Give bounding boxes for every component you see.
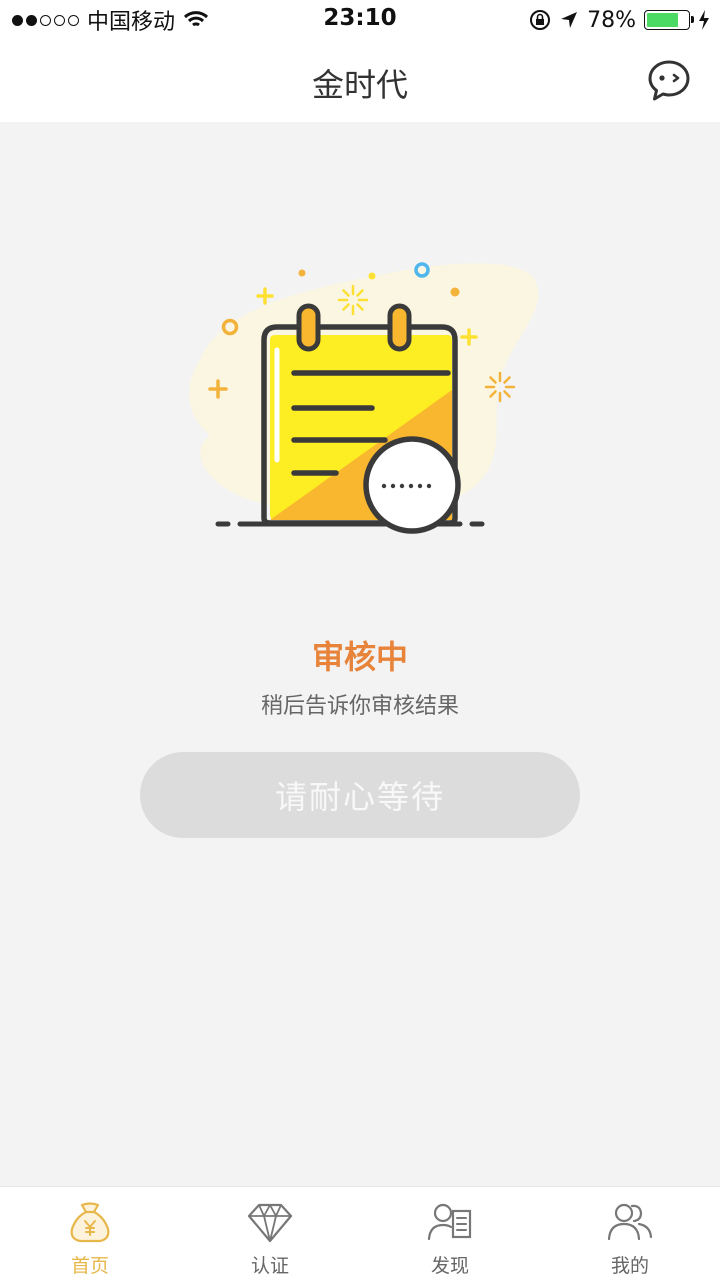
location-icon: [561, 12, 578, 28]
charging-icon: [699, 10, 709, 30]
tab-home-label: 首页: [70, 1255, 109, 1277]
chat-icon[interactable]: [646, 58, 692, 104]
status-bar: 中国移动 23:10 78%: [0, 0, 720, 40]
diamond-icon: [247, 1203, 293, 1243]
review-status-title: 审核中: [311, 638, 408, 676]
status-right: 78%: [529, 6, 710, 34]
tab-mine[interactable]: 我的: [540, 1187, 720, 1280]
wait-button[interactable]: 请耐心等待: [140, 752, 580, 838]
tab-home[interactable]: 首页: [0, 1187, 180, 1280]
tab-certify-label: 认证: [250, 1255, 289, 1277]
tab-mine-label: 我的: [610, 1255, 649, 1277]
tab-discover[interactable]: 发现: [360, 1187, 540, 1280]
battery-icon: [644, 10, 694, 30]
battery-percent: 78%: [587, 7, 636, 33]
users-icon: [607, 1203, 653, 1241]
rotation-lock-icon: [530, 10, 551, 30]
tab-certify[interactable]: 认证: [180, 1187, 360, 1280]
tab-discover-label: 发现: [430, 1255, 469, 1277]
page-title: 金时代: [311, 66, 408, 104]
reviewing-illustration: [189, 262, 539, 534]
money-bag-icon: [70, 1202, 110, 1243]
review-status-subtitle: 稍后告诉你审核结果: [260, 694, 459, 719]
nav-bar: 金时代: [0, 40, 720, 122]
discover-icon: [427, 1203, 472, 1241]
tab-bar: 首页 认证 发现 我的: [0, 1186, 720, 1280]
